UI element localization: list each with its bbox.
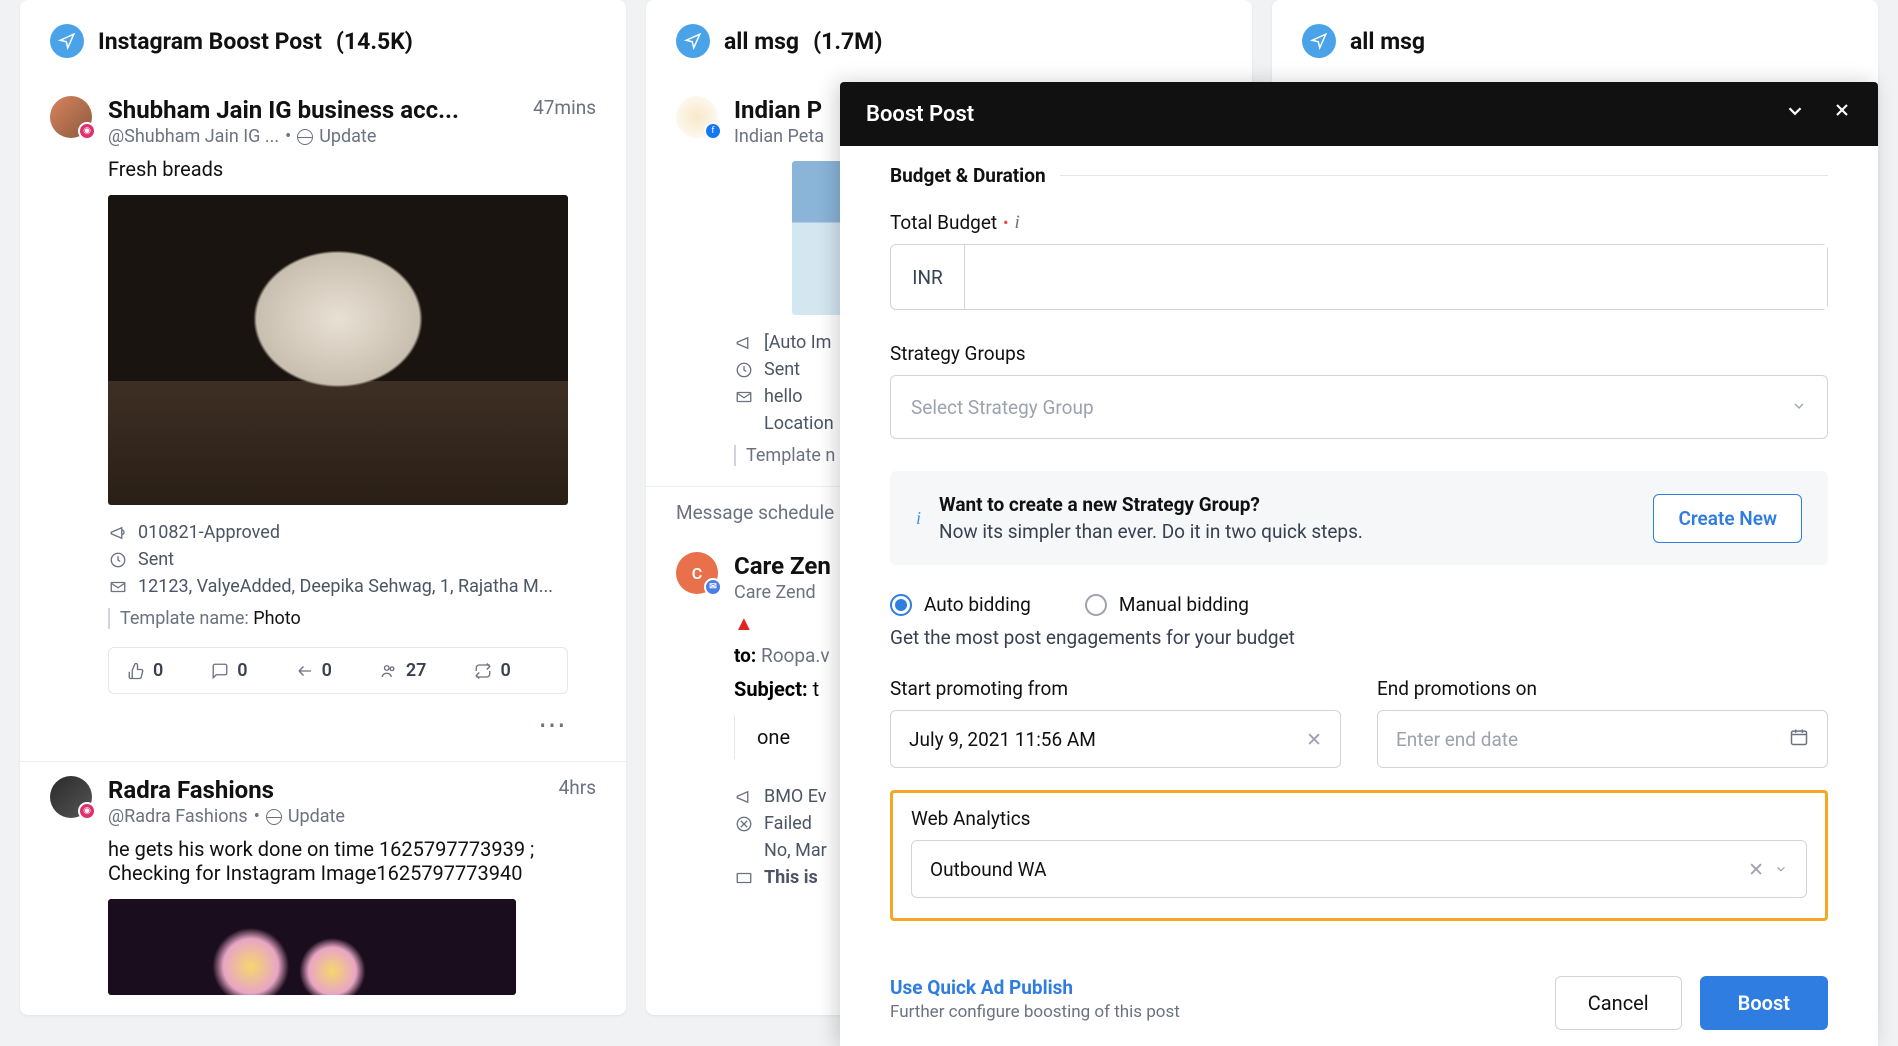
post-image[interactable] [108,195,568,505]
megaphone-icon [108,524,128,542]
comment-stat[interactable]: 0 [211,660,247,681]
column-header: all msg (1.7M) [646,0,1252,82]
currency-label: INR [891,245,965,309]
column-icon [676,24,710,58]
boost-button[interactable]: Boost [1700,976,1828,1030]
end-date-label: End promotions on [1377,677,1828,700]
bidding-help-text: Get the most post engagements for your b… [890,626,1828,649]
stats-bar: 0 0 0 27 0 [108,647,568,694]
envelope-icon [734,869,754,887]
post-card[interactable]: ◉ Radra Fashions @Radra Fashions • Updat… [20,761,626,1015]
boost-post-modal: Boost Post Budget & Duration Total Budge… [840,82,1878,1046]
quick-ad-sub: Further configure boosting of this post [890,1002,1180,1022]
radio-unchecked-icon [1085,594,1107,616]
avatar[interactable]: f [676,96,718,138]
globe-icon [266,809,282,825]
column-title: all msg [1350,28,1425,55]
column-header: Instagram Boost Post (14.5K) [20,0,626,82]
end-date-input[interactable]: Enter end date [1377,710,1828,768]
post-body: Fresh breads [108,157,596,181]
avatar[interactable]: ◉ [50,776,92,818]
column-icon [50,24,84,58]
chevron-down-icon [1791,396,1807,419]
cancel-button[interactable]: Cancel [1555,976,1682,1030]
column-title: all msg [724,28,799,55]
strategy-info-banner: i Want to create a new Strategy Group? N… [890,471,1828,565]
post-card[interactable]: ◉ Shubham Jain IG business acc... @Shubh… [20,82,626,761]
like-stat[interactable]: 0 [127,660,163,681]
facebook-badge-icon: f [704,122,722,140]
budget-amount-field[interactable] [965,245,1827,309]
sent-icon [734,361,754,379]
message-badge-icon: ✉ [704,578,722,596]
close-icon[interactable] [1832,100,1852,128]
section-budget-duration: Budget & Duration [890,164,1828,187]
megaphone-icon [734,334,754,352]
post-subline: @Radra Fashions • Update [108,806,543,827]
create-new-button[interactable]: Create New [1653,494,1802,543]
modal-title: Boost Post [866,102,974,127]
auto-bidding-radio[interactable]: Auto bidding [890,593,1031,616]
clear-icon[interactable]: ✕ [1306,728,1322,751]
radio-checked-icon [890,594,912,616]
sent-icon [108,551,128,569]
post-meta-lines: 010821-Approved Sent 12123, ValyeAdded, … [108,519,596,600]
repost-stat[interactable]: 0 [474,660,510,681]
megaphone-icon [734,788,754,806]
post-author[interactable]: Radra Fashions [108,776,543,804]
post-subline: @Shubham Jain IG ... • Update [108,126,517,147]
start-date-input[interactable]: July 9, 2021 11:56 AM ✕ [890,710,1341,768]
manual-bidding-radio[interactable]: Manual bidding [1085,593,1249,616]
template-row: Template name: Photo [108,608,596,629]
bidding-radio-group: Auto bidding Manual bidding [890,593,1828,616]
post-time: 47mins [533,96,596,119]
post-handle: @Shubham Jain IG ... [108,126,279,147]
info-icon: i [916,508,921,529]
avatar[interactable]: ◉ [50,96,92,138]
more-menu-icon[interactable]: ⋯ [108,708,568,741]
total-budget-input[interactable]: INR [890,244,1828,310]
web-analytics-label: Web Analytics [911,807,1807,830]
globe-icon [297,129,313,145]
total-budget-label: Total Budget • i [890,211,1828,234]
column-instagram-boost: Instagram Boost Post (14.5K) ◉ Shubham J… [20,0,626,1015]
strategy-group-select[interactable]: Select Strategy Group [890,375,1828,439]
column-title: Instagram Boost Post [98,28,322,55]
strategy-groups-label: Strategy Groups [890,342,1828,365]
column-count: (1.7M) [813,28,882,55]
info-icon[interactable]: i [1015,212,1020,234]
clear-icon[interactable]: ✕ [1748,858,1764,881]
one-box: one [734,715,834,759]
minimize-icon[interactable] [1784,100,1806,128]
failed-icon [734,815,754,833]
modal-header: Boost Post [840,82,1878,146]
post-time: 4hrs [559,776,596,799]
instagram-badge-icon: ◉ [78,802,96,820]
modal-body: Budget & Duration Total Budget • i INR S… [840,146,1878,962]
envelope-icon [108,578,128,596]
web-analytics-select[interactable]: Outbound WA ✕ [911,840,1807,898]
start-date-label: Start promoting from [890,677,1341,700]
quick-ad-publish-link[interactable]: Use Quick Ad Publish [890,976,1180,999]
column-header: all msg [1272,0,1878,82]
post-author[interactable]: Shubham Jain IG business acc... [108,96,517,124]
web-analytics-section: Web Analytics Outbound WA ✕ [890,790,1828,921]
instagram-badge-icon: ◉ [78,122,96,140]
share-stat[interactable]: 0 [296,660,332,681]
avatar[interactable]: C ✉ [676,552,718,594]
column-icon [1302,24,1336,58]
post-body: he gets his work done on time 1625797773… [108,837,596,885]
column-count: (14.5K) [336,28,413,55]
post-image[interactable] [108,899,516,995]
modal-footer: Use Quick Ad Publish Further configure b… [840,962,1878,1046]
post-update-label: Update [319,126,376,147]
group-stat[interactable]: 27 [380,660,427,681]
chevron-down-icon[interactable] [1774,858,1788,881]
envelope-icon [734,388,754,406]
calendar-icon[interactable] [1789,727,1809,752]
